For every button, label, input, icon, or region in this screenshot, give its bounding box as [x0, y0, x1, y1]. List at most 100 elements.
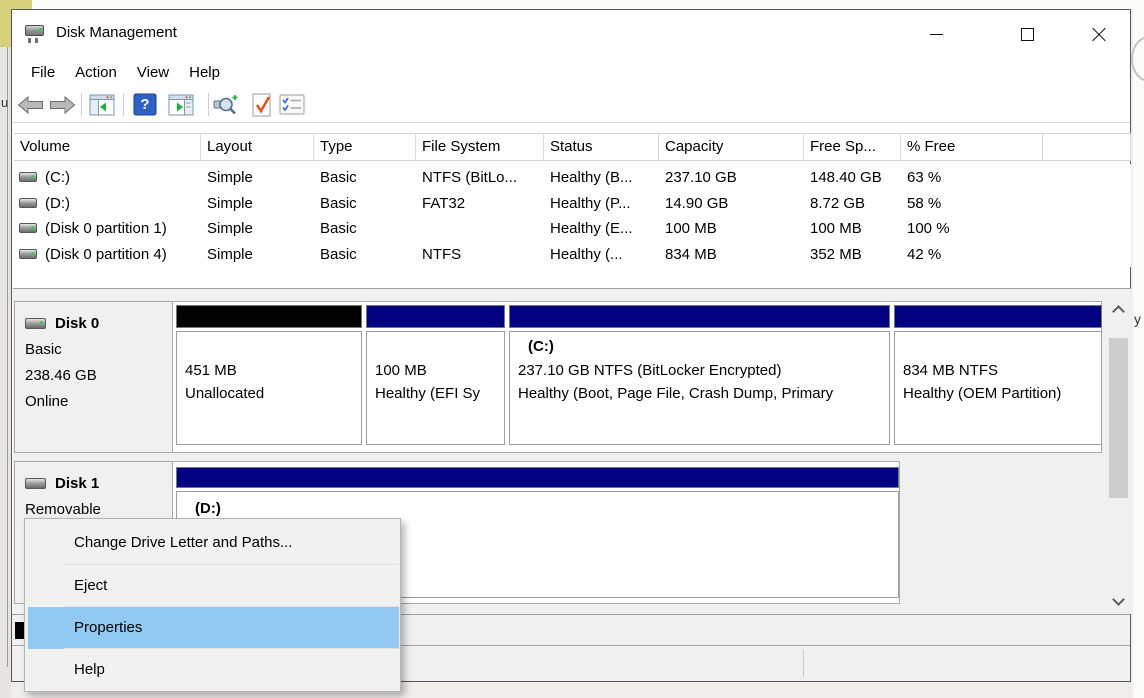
- context-menu: Change Drive Letter and Paths... Eject P…: [24, 518, 401, 692]
- volume-row-partition4[interactable]: (Disk 0 partition 4) Simple Basic NTFS H…: [14, 241, 1131, 267]
- show-console-tree-button[interactable]: [87, 91, 117, 118]
- desktop-background-corner: [0, 0, 11, 47]
- check-disk-button[interactable]: [247, 91, 277, 118]
- scrollbar-thumb[interactable]: [1109, 338, 1128, 498]
- scroll-up-icon[interactable]: [1112, 305, 1125, 318]
- partition-body: (C:) 237.10 GB NTFS (BitLocker Encrypted…: [509, 331, 890, 445]
- vertical-scrollbar[interactable]: [1107, 297, 1130, 614]
- column-header-volume[interactable]: Volume: [14, 134, 201, 160]
- partition-letter: (D:): [195, 500, 221, 517]
- column-header-status[interactable]: Status: [544, 134, 659, 160]
- column-header-type[interactable]: Type: [314, 134, 416, 160]
- cell-type: Basic: [314, 246, 416, 263]
- disk-name: Disk 1: [55, 475, 99, 492]
- cell-layout: Simple: [201, 246, 314, 263]
- cell-layout: Simple: [201, 195, 314, 212]
- cell-status: Healthy (B...: [544, 169, 659, 186]
- menu-view[interactable]: View: [127, 61, 179, 84]
- disk-icon: [25, 318, 46, 329]
- volume-name: (Disk 0 partition 4): [45, 246, 167, 263]
- close-button[interactable]: [1076, 19, 1122, 49]
- disk-size: 238.46 GB: [25, 363, 172, 389]
- column-header-free-space[interactable]: Free Sp...: [804, 134, 901, 160]
- menu-action[interactable]: Action: [65, 61, 127, 84]
- task-list-icon: [279, 93, 305, 116]
- partition-band: [176, 467, 899, 488]
- task-list-button[interactable]: [277, 91, 307, 118]
- partition-size: 451 MB: [185, 362, 237, 379]
- minimize-button[interactable]: [913, 19, 959, 49]
- menu-item-eject[interactable]: Eject: [25, 565, 400, 607]
- cell-file-system: FAT32: [416, 195, 544, 212]
- menu-item-properties[interactable]: Properties: [28, 607, 399, 649]
- menu-help[interactable]: Help: [179, 61, 230, 84]
- close-icon: [1091, 26, 1107, 42]
- partition-status: Unallocated: [185, 385, 264, 402]
- volume-row-c[interactable]: (C:) Simple Basic NTFS (BitLo... Healthy…: [14, 164, 1131, 190]
- show-action-pane-button[interactable]: [166, 91, 196, 118]
- cell-type: Basic: [314, 195, 416, 212]
- cell-free-space: 352 MB: [804, 246, 901, 263]
- cell-pct-free: 58 %: [901, 195, 1043, 212]
- partition-band: [894, 305, 1102, 328]
- partition-body: 451 MB Unallocated: [176, 331, 362, 445]
- toolbar-separator: [123, 93, 124, 116]
- partition-body: 100 MB Healthy (EFI Sy: [366, 331, 505, 445]
- cell-capacity: 100 MB: [659, 220, 804, 237]
- background-artifact-text-right: y: [1134, 311, 1141, 327]
- partition-unallocated[interactable]: 451 MB Unallocated: [176, 305, 362, 449]
- partition-size: 237.10 GB NTFS (BitLocker Encrypted): [518, 362, 781, 379]
- partition-letter: (C:): [528, 338, 554, 355]
- cell-pct-free: 63 %: [901, 169, 1043, 186]
- partition-status: Healthy (OEM Partition): [903, 385, 1061, 402]
- column-header-pct-free[interactable]: % Free: [901, 134, 1043, 160]
- column-header-capacity[interactable]: Capacity: [659, 134, 804, 160]
- cell-status: Healthy (...: [544, 246, 659, 263]
- partition-c[interactable]: (C:) 237.10 GB NTFS (BitLocker Encrypted…: [509, 305, 890, 449]
- volume-row-partition1[interactable]: (Disk 0 partition 1) Simple Basic Health…: [14, 215, 1131, 241]
- forward-button[interactable]: [47, 91, 77, 118]
- scroll-down-icon[interactable]: [1112, 593, 1125, 606]
- back-button[interactable]: [15, 91, 45, 118]
- menu-item-change-drive-letter[interactable]: Change Drive Letter and Paths...: [25, 522, 400, 564]
- title-bar[interactable]: Disk Management: [12, 10, 1130, 58]
- minimize-icon: [930, 34, 943, 35]
- disk-icon: [25, 478, 46, 489]
- cell-free-space: 100 MB: [804, 220, 901, 237]
- menu-file[interactable]: File: [21, 61, 65, 84]
- cell-capacity: 834 MB: [659, 246, 804, 263]
- column-header-layout[interactable]: Layout: [201, 134, 314, 160]
- partition-size: 834 MB NTFS: [903, 362, 998, 379]
- disk-name: Disk 0: [55, 315, 99, 332]
- toolbar: ?: [12, 87, 1130, 123]
- maximize-button[interactable]: [1004, 19, 1050, 49]
- cell-type: Basic: [314, 169, 416, 186]
- window-title: Disk Management: [56, 10, 177, 56]
- background-window-edge: [7, 47, 8, 667]
- volume-drive-icon: [19, 198, 37, 208]
- menu-item-help[interactable]: Help: [25, 649, 400, 691]
- cell-layout: Simple: [201, 169, 314, 186]
- partition-oem[interactable]: 834 MB NTFS Healthy (OEM Partition): [894, 305, 1102, 449]
- column-header-file-system[interactable]: File System: [416, 134, 544, 160]
- column-header-filler: [1043, 134, 1131, 160]
- desktop-background-right: [1133, 0, 1144, 698]
- partition-efi[interactable]: 100 MB Healthy (EFI Sy: [366, 305, 505, 449]
- cell-status: Healthy (E...: [544, 220, 659, 237]
- back-arrow-icon: [17, 96, 44, 114]
- rescan-disks-button[interactable]: [211, 91, 241, 118]
- volume-name: (Disk 0 partition 1): [45, 220, 167, 237]
- volume-row-d[interactable]: (D:) Simple Basic FAT32 Healthy (P... 14…: [14, 190, 1131, 216]
- maximize-icon: [1021, 28, 1034, 41]
- disk0-label-panel[interactable]: Disk 0 Basic 238.46 GB Online: [15, 302, 173, 452]
- action-pane-icon: [168, 94, 194, 116]
- console-tree-icon: [89, 94, 115, 116]
- cell-pct-free: 42 %: [901, 246, 1043, 263]
- volume-drive-icon: [19, 172, 37, 182]
- toolbar-separator: [81, 93, 82, 116]
- menu-bar: File Action View Help: [12, 58, 1130, 87]
- cell-file-system: NTFS (BitLo...: [416, 169, 544, 186]
- toolbar-separator: [208, 93, 209, 116]
- cell-capacity: 237.10 GB: [659, 169, 804, 186]
- help-button[interactable]: ?: [130, 91, 160, 118]
